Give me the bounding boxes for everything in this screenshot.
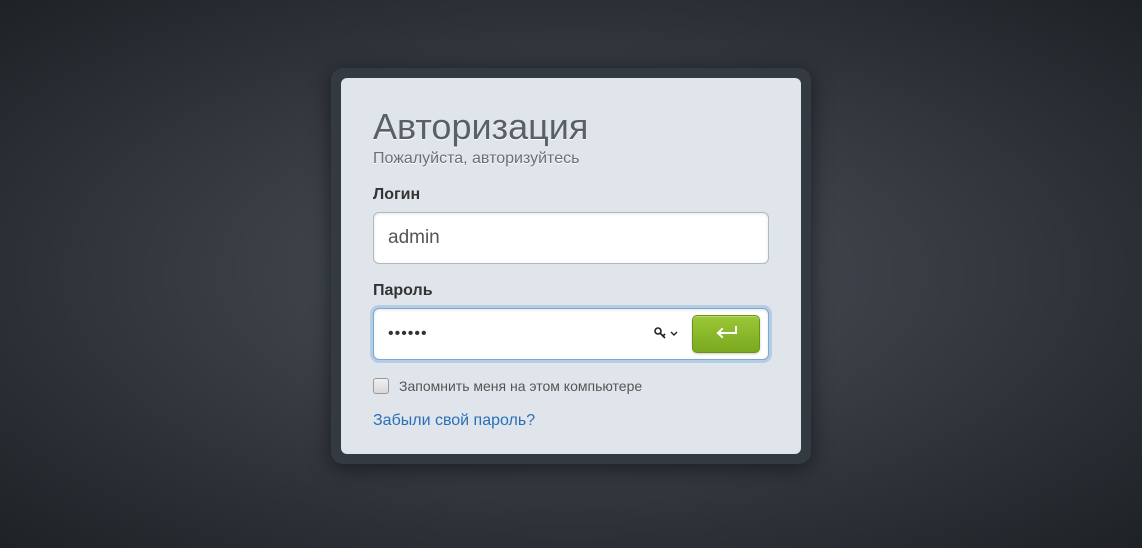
forgot-password-link[interactable]: Забыли свой пароль?: [373, 412, 535, 429]
remember-label[interactable]: Запомнить меня на этом компьютере: [399, 378, 642, 394]
login-title: Авторизация: [373, 106, 769, 148]
remember-checkbox[interactable]: [373, 378, 389, 394]
login-label: Логин: [373, 186, 769, 204]
remember-row: Запомнить меня на этом компьютере: [373, 378, 769, 394]
password-input[interactable]: [388, 317, 644, 351]
login-inner: Авторизация Пожалуйста, авторизуйтесь Ло…: [341, 78, 801, 454]
password-label: Пароль: [373, 282, 769, 300]
password-row: [373, 308, 769, 360]
enter-icon: [712, 325, 740, 344]
login-panel: Авторизация Пожалуйста, авторизуйтесь Ло…: [331, 68, 811, 464]
submit-button[interactable]: [692, 315, 760, 353]
login-input[interactable]: [373, 212, 769, 264]
login-subtitle: Пожалуйста, авторизуйтесь: [373, 150, 769, 168]
key-icon[interactable]: [654, 327, 682, 341]
